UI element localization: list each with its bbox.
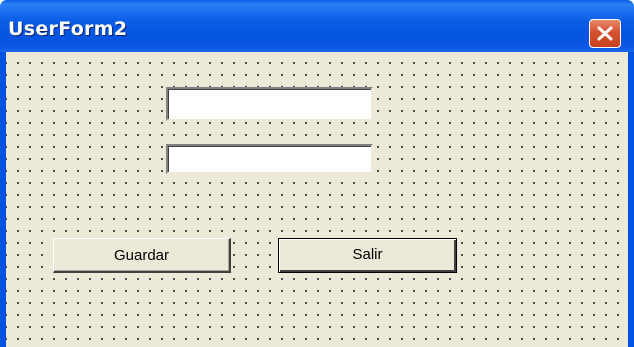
textbox-2[interactable] [166, 144, 373, 174]
close-button[interactable] [589, 19, 621, 48]
userform-window: UserForm2 Guardar Salir [0, 0, 634, 347]
textbox-1[interactable] [166, 87, 373, 121]
close-icon [597, 26, 613, 41]
window-title: UserForm2 [8, 18, 128, 40]
form-design-surface[interactable]: Guardar Salir [4, 52, 630, 347]
guardar-button[interactable]: Guardar [53, 238, 231, 273]
salir-button[interactable]: Salir [278, 238, 457, 273]
title-bar[interactable]: UserForm2 [0, 0, 634, 52]
